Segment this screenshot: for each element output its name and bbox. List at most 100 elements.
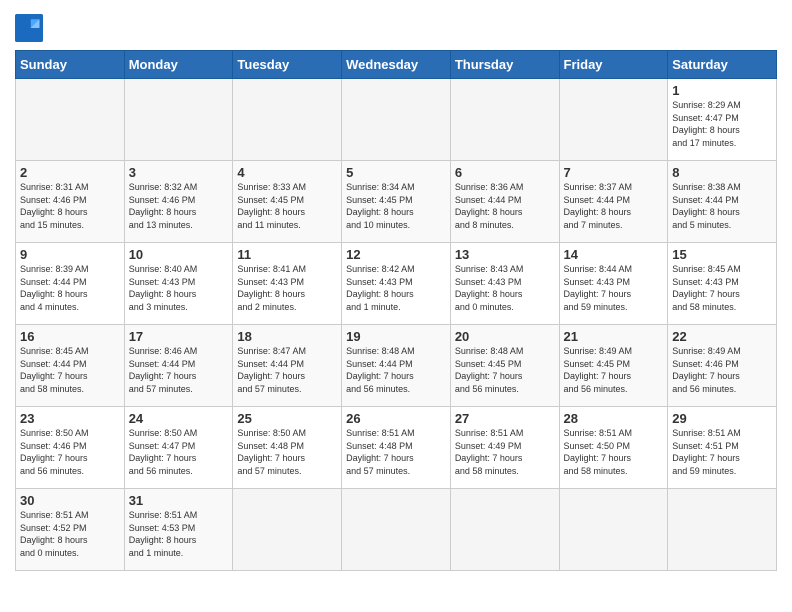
day-info: Sunrise: 8:42 AM Sunset: 4:43 PM Dayligh… <box>346 263 446 313</box>
day-info: Sunrise: 8:49 AM Sunset: 4:45 PM Dayligh… <box>564 345 664 395</box>
calendar-cell: 6Sunrise: 8:36 AM Sunset: 4:44 PM Daylig… <box>450 161 559 243</box>
calendar-week-2: 2Sunrise: 8:31 AM Sunset: 4:46 PM Daylig… <box>16 161 777 243</box>
calendar-week-1: 1Sunrise: 8:29 AM Sunset: 4:47 PM Daylig… <box>16 79 777 161</box>
day-info: Sunrise: 8:48 AM Sunset: 4:44 PM Dayligh… <box>346 345 446 395</box>
day-info: Sunrise: 8:49 AM Sunset: 4:46 PM Dayligh… <box>672 345 772 395</box>
day-info: Sunrise: 8:51 AM Sunset: 4:50 PM Dayligh… <box>564 427 664 477</box>
day-number: 30 <box>20 493 120 508</box>
calendar-cell <box>233 79 342 161</box>
day-info: Sunrise: 8:47 AM Sunset: 4:44 PM Dayligh… <box>237 345 337 395</box>
calendar-cell: 25Sunrise: 8:50 AM Sunset: 4:48 PM Dayli… <box>233 407 342 489</box>
header-day-saturday: Saturday <box>668 51 777 79</box>
day-number: 21 <box>564 329 664 344</box>
day-number: 27 <box>455 411 555 426</box>
day-info: Sunrise: 8:51 AM Sunset: 4:52 PM Dayligh… <box>20 509 120 559</box>
calendar-cell: 12Sunrise: 8:42 AM Sunset: 4:43 PM Dayli… <box>342 243 451 325</box>
day-number: 9 <box>20 247 120 262</box>
day-number: 6 <box>455 165 555 180</box>
day-number: 14 <box>564 247 664 262</box>
calendar-cell: 29Sunrise: 8:51 AM Sunset: 4:51 PM Dayli… <box>668 407 777 489</box>
day-info: Sunrise: 8:50 AM Sunset: 4:46 PM Dayligh… <box>20 427 120 477</box>
day-number: 4 <box>237 165 337 180</box>
header-day-sunday: Sunday <box>16 51 125 79</box>
header-row: SundayMondayTuesdayWednesdayThursdayFrid… <box>16 51 777 79</box>
day-number: 26 <box>346 411 446 426</box>
calendar-cell: 24Sunrise: 8:50 AM Sunset: 4:47 PM Dayli… <box>124 407 233 489</box>
day-number: 8 <box>672 165 772 180</box>
calendar-week-3: 9Sunrise: 8:39 AM Sunset: 4:44 PM Daylig… <box>16 243 777 325</box>
calendar-cell: 2Sunrise: 8:31 AM Sunset: 4:46 PM Daylig… <box>16 161 125 243</box>
day-number: 17 <box>129 329 229 344</box>
day-info: Sunrise: 8:51 AM Sunset: 4:48 PM Dayligh… <box>346 427 446 477</box>
day-info: Sunrise: 8:50 AM Sunset: 4:48 PM Dayligh… <box>237 427 337 477</box>
calendar-cell <box>450 489 559 571</box>
header-day-wednesday: Wednesday <box>342 51 451 79</box>
calendar-cell <box>668 489 777 571</box>
header-day-monday: Monday <box>124 51 233 79</box>
day-info: Sunrise: 8:31 AM Sunset: 4:46 PM Dayligh… <box>20 181 120 231</box>
calendar-cell: 1Sunrise: 8:29 AM Sunset: 4:47 PM Daylig… <box>668 79 777 161</box>
calendar-cell: 27Sunrise: 8:51 AM Sunset: 4:49 PM Dayli… <box>450 407 559 489</box>
day-number: 13 <box>455 247 555 262</box>
day-info: Sunrise: 8:32 AM Sunset: 4:46 PM Dayligh… <box>129 181 229 231</box>
calendar-cell: 16Sunrise: 8:45 AM Sunset: 4:44 PM Dayli… <box>16 325 125 407</box>
day-info: Sunrise: 8:45 AM Sunset: 4:44 PM Dayligh… <box>20 345 120 395</box>
day-number: 19 <box>346 329 446 344</box>
day-info: Sunrise: 8:29 AM Sunset: 4:47 PM Dayligh… <box>672 99 772 149</box>
day-number: 12 <box>346 247 446 262</box>
calendar-cell: 8Sunrise: 8:38 AM Sunset: 4:44 PM Daylig… <box>668 161 777 243</box>
calendar-cell: 11Sunrise: 8:41 AM Sunset: 4:43 PM Dayli… <box>233 243 342 325</box>
header <box>15 10 777 42</box>
day-info: Sunrise: 8:51 AM Sunset: 4:53 PM Dayligh… <box>129 509 229 559</box>
day-number: 29 <box>672 411 772 426</box>
calendar-cell: 28Sunrise: 8:51 AM Sunset: 4:50 PM Dayli… <box>559 407 668 489</box>
day-info: Sunrise: 8:36 AM Sunset: 4:44 PM Dayligh… <box>455 181 555 231</box>
day-number: 5 <box>346 165 446 180</box>
calendar-week-4: 16Sunrise: 8:45 AM Sunset: 4:44 PM Dayli… <box>16 325 777 407</box>
day-number: 20 <box>455 329 555 344</box>
day-info: Sunrise: 8:40 AM Sunset: 4:43 PM Dayligh… <box>129 263 229 313</box>
calendar-cell: 4Sunrise: 8:33 AM Sunset: 4:45 PM Daylig… <box>233 161 342 243</box>
calendar-cell: 19Sunrise: 8:48 AM Sunset: 4:44 PM Dayli… <box>342 325 451 407</box>
calendar-cell <box>233 489 342 571</box>
logo-icon <box>15 14 43 42</box>
calendar-cell: 9Sunrise: 8:39 AM Sunset: 4:44 PM Daylig… <box>16 243 125 325</box>
calendar-cell <box>342 79 451 161</box>
day-info: Sunrise: 8:44 AM Sunset: 4:43 PM Dayligh… <box>564 263 664 313</box>
calendar-cell: 21Sunrise: 8:49 AM Sunset: 4:45 PM Dayli… <box>559 325 668 407</box>
day-info: Sunrise: 8:38 AM Sunset: 4:44 PM Dayligh… <box>672 181 772 231</box>
calendar-table: SundayMondayTuesdayWednesdayThursdayFrid… <box>15 50 777 571</box>
day-number: 25 <box>237 411 337 426</box>
day-number: 16 <box>20 329 120 344</box>
calendar-cell: 23Sunrise: 8:50 AM Sunset: 4:46 PM Dayli… <box>16 407 125 489</box>
calendar-cell <box>16 79 125 161</box>
day-number: 28 <box>564 411 664 426</box>
day-number: 10 <box>129 247 229 262</box>
calendar-cell <box>124 79 233 161</box>
header-day-thursday: Thursday <box>450 51 559 79</box>
day-info: Sunrise: 8:43 AM Sunset: 4:43 PM Dayligh… <box>455 263 555 313</box>
calendar-cell <box>559 79 668 161</box>
calendar-cell: 15Sunrise: 8:45 AM Sunset: 4:43 PM Dayli… <box>668 243 777 325</box>
day-info: Sunrise: 8:48 AM Sunset: 4:45 PM Dayligh… <box>455 345 555 395</box>
header-day-friday: Friday <box>559 51 668 79</box>
header-day-tuesday: Tuesday <box>233 51 342 79</box>
day-number: 15 <box>672 247 772 262</box>
calendar-cell: 13Sunrise: 8:43 AM Sunset: 4:43 PM Dayli… <box>450 243 559 325</box>
day-info: Sunrise: 8:41 AM Sunset: 4:43 PM Dayligh… <box>237 263 337 313</box>
calendar-cell: 31Sunrise: 8:51 AM Sunset: 4:53 PM Dayli… <box>124 489 233 571</box>
day-number: 11 <box>237 247 337 262</box>
calendar-container: SundayMondayTuesdayWednesdayThursdayFrid… <box>0 0 792 581</box>
calendar-cell: 20Sunrise: 8:48 AM Sunset: 4:45 PM Dayli… <box>450 325 559 407</box>
calendar-cell: 5Sunrise: 8:34 AM Sunset: 4:45 PM Daylig… <box>342 161 451 243</box>
day-number: 22 <box>672 329 772 344</box>
calendar-cell <box>342 489 451 571</box>
calendar-cell: 7Sunrise: 8:37 AM Sunset: 4:44 PM Daylig… <box>559 161 668 243</box>
calendar-cell: 3Sunrise: 8:32 AM Sunset: 4:46 PM Daylig… <box>124 161 233 243</box>
logo <box>15 14 47 42</box>
calendar-cell: 18Sunrise: 8:47 AM Sunset: 4:44 PM Dayli… <box>233 325 342 407</box>
day-info: Sunrise: 8:39 AM Sunset: 4:44 PM Dayligh… <box>20 263 120 313</box>
day-info: Sunrise: 8:33 AM Sunset: 4:45 PM Dayligh… <box>237 181 337 231</box>
day-number: 2 <box>20 165 120 180</box>
calendar-week-5: 23Sunrise: 8:50 AM Sunset: 4:46 PM Dayli… <box>16 407 777 489</box>
